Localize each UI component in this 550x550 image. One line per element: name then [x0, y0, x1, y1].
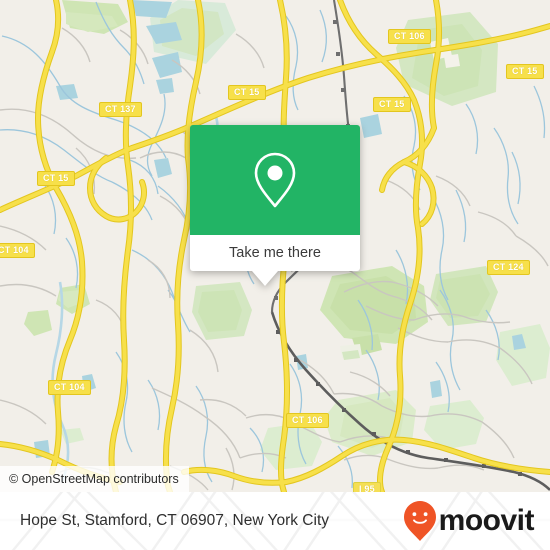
road-shield: CT 15 [373, 97, 411, 112]
popup-pointer [252, 271, 278, 286]
road-shield: CT 124 [487, 260, 530, 275]
take-me-there-label: Take me there [229, 245, 321, 261]
road-shield: CT 106 [286, 413, 329, 428]
road-shield: CT 106 [388, 29, 431, 44]
location-popup[interactable]: Take me there [190, 125, 360, 286]
road-shield: CT 104 [0, 243, 35, 258]
take-me-there-button[interactable]: Take me there [190, 235, 360, 271]
moovit-map-screen: CT 106 CT 15 CT 15 CT 15 CT 137 CT 15 CT 104 CT… [0, 0, 550, 550]
moovit-wordmark: moovit [438, 504, 535, 537]
road-shield: CT 15 [228, 85, 266, 100]
location-address-text: Hope St, Stamford, CT 06907, New York Ci… [20, 512, 330, 529]
road-shield: CT 104 [48, 380, 91, 395]
map-canvas[interactable]: CT 106 CT 15 CT 15 CT 15 CT 137 CT 15 CT 104 CT… [0, 0, 550, 492]
map-pin-icon [254, 152, 296, 208]
map-attribution[interactable]: © OpenStreetMap contributors [0, 466, 189, 492]
moovit-brand[interactable]: moovit [403, 492, 535, 550]
road-shield: CT 137 [99, 102, 142, 117]
moovit-smiley-pin-icon [403, 501, 436, 541]
road-shield: CT 15 [506, 64, 544, 79]
location-address: Hope St, Stamford, CT 06907, New York Ci… [20, 492, 329, 550]
footer-bar: Hope St, Stamford, CT 06907, New York Ci… [0, 492, 550, 550]
road-shield: CT 15 [37, 171, 75, 186]
road-shield: I 95 [353, 482, 381, 492]
popup-image-area [190, 125, 360, 235]
attribution-text: © OpenStreetMap contributors [9, 472, 179, 486]
